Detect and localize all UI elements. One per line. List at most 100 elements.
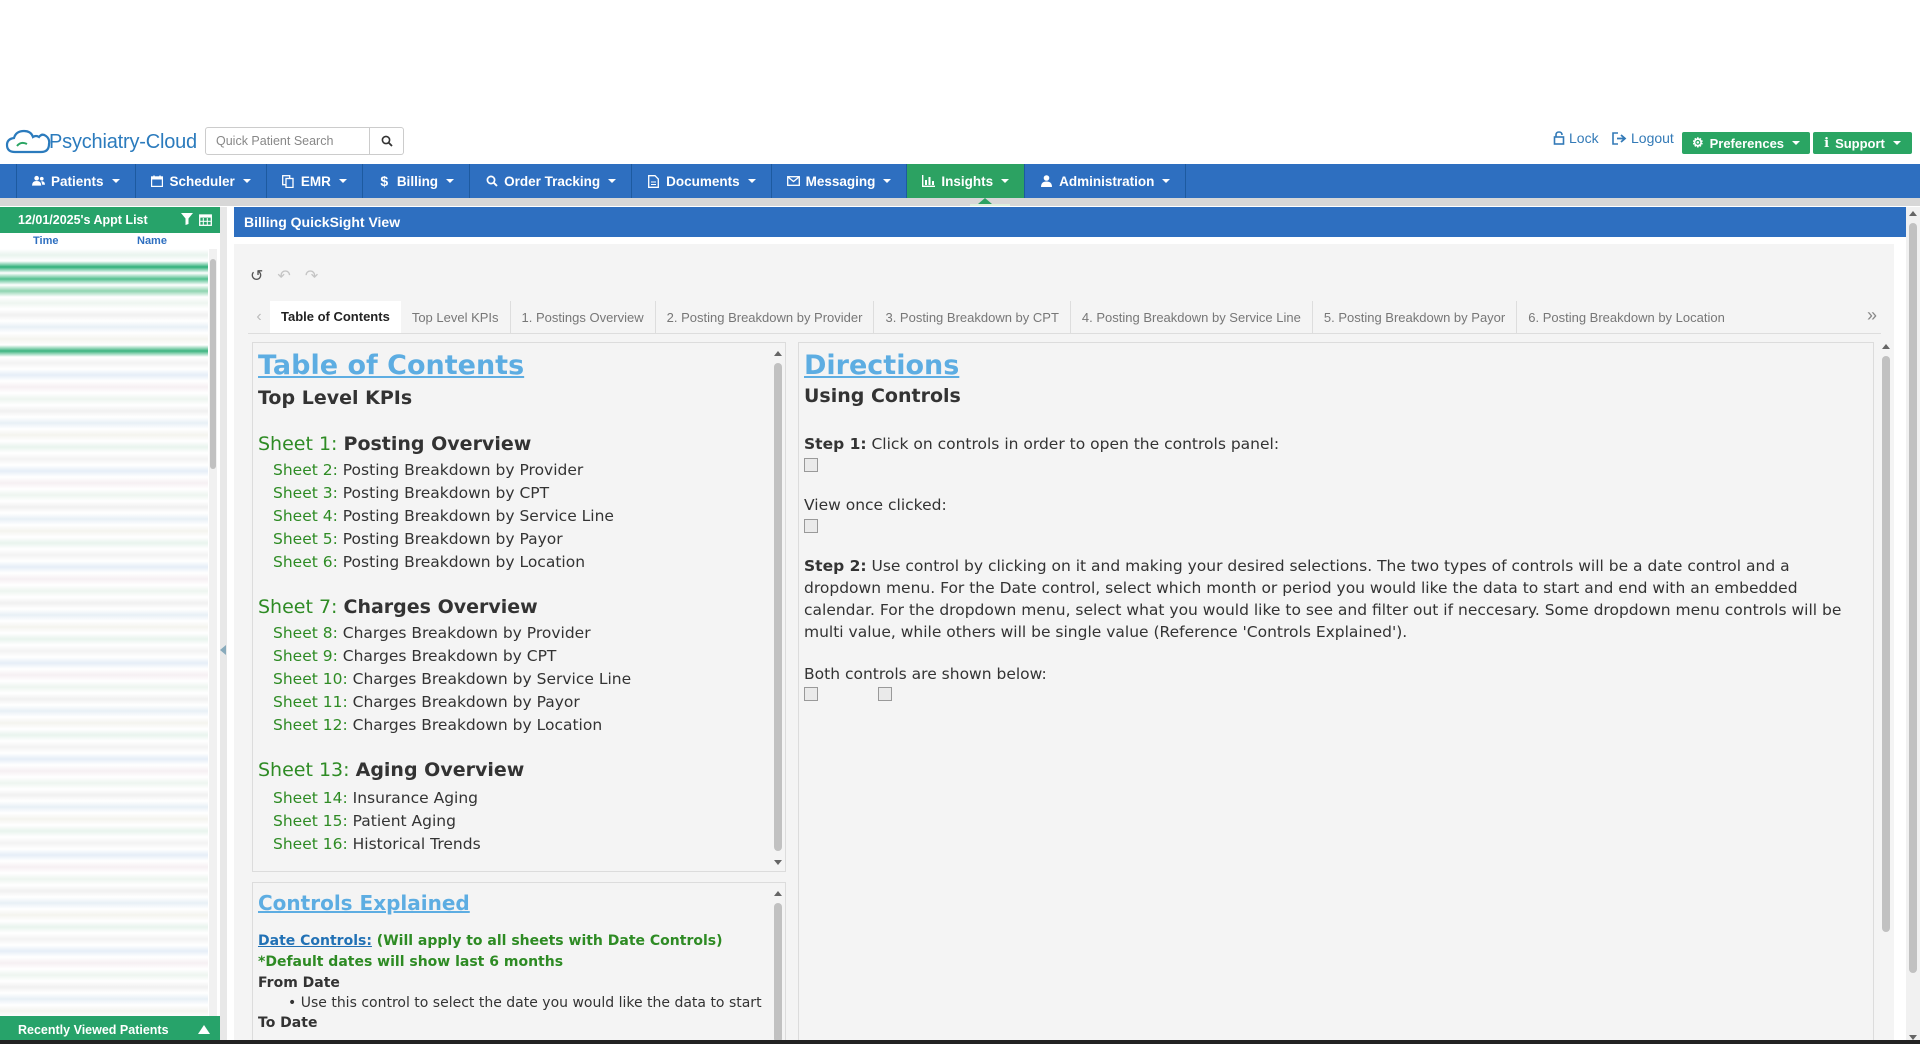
lock-link[interactable]: Lock	[1553, 130, 1599, 146]
date-controls-link[interactable]: Date Controls:	[258, 933, 372, 949]
scrollbar-thumb[interactable]	[774, 903, 782, 1043]
appt-row[interactable]	[0, 993, 208, 1005]
appt-row[interactable]	[0, 753, 208, 765]
preferences-button[interactable]: ⚙ Preferences	[1682, 132, 1810, 154]
appt-row[interactable]	[0, 921, 208, 933]
appt-row[interactable]	[0, 813, 208, 825]
appt-row[interactable]	[0, 585, 208, 597]
appt-row[interactable]	[0, 537, 208, 549]
tab-posting-by-location[interactable]: 6. Posting Breakdown by Location	[1516, 301, 1736, 333]
nav-insights[interactable]: Insights	[907, 164, 1026, 198]
tab-posting-by-service-line[interactable]: 4. Posting Breakdown by Service Line	[1069, 301, 1312, 333]
tab-scroll-right-icon[interactable]: »	[1867, 305, 1877, 326]
search-button[interactable]	[370, 127, 404, 155]
appt-row[interactable]	[0, 405, 208, 417]
appt-row[interactable]	[0, 549, 208, 561]
scrollbar-thumb[interactable]	[774, 363, 782, 851]
scrollbar-thumb[interactable]	[1882, 356, 1890, 932]
filter-icon[interactable]	[181, 213, 193, 225]
appt-row[interactable]	[0, 669, 208, 681]
tab-posting-by-provider[interactable]: 2. Posting Breakdown by Provider	[654, 301, 874, 333]
logout-link[interactable]: Logout	[1612, 130, 1674, 146]
appt-row[interactable]	[0, 621, 208, 633]
appt-row[interactable]	[0, 249, 208, 261]
toc-title[interactable]: Table of Contents	[258, 349, 765, 383]
appt-row[interactable]	[0, 285, 208, 297]
controls-title[interactable]: Controls Explained	[258, 889, 765, 917]
scroll-up-icon[interactable]	[774, 891, 782, 896]
scrollbar-thumb[interactable]	[210, 259, 216, 469]
appt-row[interactable]	[0, 969, 208, 981]
nav-messaging[interactable]: Messaging	[772, 164, 908, 198]
scroll-up-icon[interactable]	[1882, 344, 1890, 349]
col-time[interactable]: Time	[33, 235, 58, 247]
appt-row[interactable]	[0, 801, 208, 813]
appt-row[interactable]	[0, 645, 208, 657]
appt-row[interactable]	[0, 633, 208, 645]
appt-row[interactable]	[0, 477, 208, 489]
page-scrollbar[interactable]	[1906, 207, 1920, 1044]
appt-list-scrollbar[interactable]	[209, 249, 217, 1019]
appt-row[interactable]	[0, 381, 208, 393]
reset-icon[interactable]: ↺	[250, 266, 263, 286]
appt-row[interactable]	[0, 717, 208, 729]
quick-patient-search-input[interactable]	[205, 127, 370, 155]
directions-scrollbar[interactable]	[1879, 342, 1893, 1042]
scroll-up-icon[interactable]	[774, 351, 782, 356]
logo[interactable]: Psychiatry-Cloud	[5, 126, 197, 158]
appt-row[interactable]	[0, 393, 208, 405]
directions-title[interactable]: Directions	[804, 349, 1859, 383]
appt-row[interactable]	[0, 837, 208, 849]
appt-row[interactable]	[0, 885, 208, 897]
appt-row[interactable]	[0, 513, 208, 525]
appt-row[interactable]	[0, 561, 208, 573]
appt-row[interactable]	[0, 825, 208, 837]
scrollbar-thumb[interactable]	[1909, 223, 1917, 973]
appt-row[interactable]	[0, 741, 208, 753]
appt-row[interactable]	[0, 957, 208, 969]
sidebar-collapse-rail[interactable]	[220, 207, 227, 1044]
tab-posting-by-cpt[interactable]: 3. Posting Breakdown by CPT	[873, 301, 1069, 333]
nav-scheduler[interactable]: Scheduler	[136, 164, 267, 198]
appt-row[interactable]	[0, 357, 208, 369]
appt-row[interactable]	[0, 573, 208, 585]
nav-billing[interactable]: $ Billing	[363, 164, 471, 198]
appt-row[interactable]	[0, 945, 208, 957]
appt-row[interactable]	[0, 729, 208, 741]
appt-row[interactable]	[0, 261, 208, 273]
collapse-left-icon[interactable]	[220, 645, 226, 655]
appt-row[interactable]	[0, 609, 208, 621]
appt-row[interactable]	[0, 861, 208, 873]
appt-row[interactable]	[0, 525, 208, 537]
tab-postings-overview[interactable]: 1. Postings Overview	[509, 301, 655, 333]
support-button[interactable]: i Support	[1813, 132, 1912, 154]
appt-row[interactable]	[0, 981, 208, 993]
appt-row[interactable]	[0, 453, 208, 465]
toc-scrollbar[interactable]	[773, 351, 783, 865]
scroll-up-icon[interactable]	[1909, 211, 1917, 216]
redo-icon[interactable]: ↷	[305, 266, 318, 286]
appt-row[interactable]	[0, 777, 208, 789]
calendar-icon[interactable]	[199, 213, 212, 226]
col-name[interactable]: Name	[137, 235, 167, 247]
controls-scrollbar[interactable]	[773, 891, 783, 1043]
nav-emr[interactable]: EMR	[267, 164, 363, 198]
appt-row[interactable]	[0, 345, 208, 357]
appt-row[interactable]	[0, 441, 208, 453]
appt-row[interactable]	[0, 273, 208, 285]
nav-documents[interactable]: Documents	[632, 164, 772, 198]
appt-row[interactable]	[0, 321, 208, 333]
appt-row[interactable]	[0, 705, 208, 717]
tab-posting-by-payor[interactable]: 5. Posting Breakdown by Payor	[1311, 301, 1516, 333]
appt-row[interactable]	[0, 489, 208, 501]
appt-row[interactable]	[0, 789, 208, 801]
nav-patients[interactable]: Patients	[16, 164, 136, 198]
appt-row[interactable]	[0, 597, 208, 609]
nav-administration[interactable]: Administration	[1025, 164, 1187, 198]
nav-order-tracking[interactable]: Order Tracking	[470, 164, 633, 198]
tab-table-of-contents[interactable]: Table of Contents	[270, 301, 401, 333]
appt-row[interactable]	[0, 465, 208, 477]
appt-row[interactable]	[0, 849, 208, 861]
undo-icon[interactable]: ↶	[277, 266, 290, 286]
appt-row[interactable]	[0, 429, 208, 441]
